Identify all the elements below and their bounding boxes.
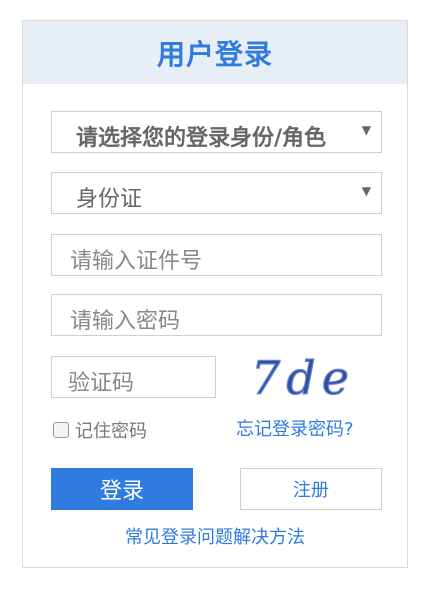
role-select-value: 请选择您的登录身份/角色 — [76, 126, 327, 151]
faq-link[interactable]: 常见登录问题解决方法 — [23, 523, 407, 549]
login-button[interactable]: 登录 — [51, 468, 193, 510]
remember-checkbox[interactable] — [53, 422, 69, 438]
id-number-input[interactable]: 请输入证件号 — [51, 234, 382, 276]
login-header: 用户登录 — [23, 21, 407, 84]
captcha-placeholder: 验证码 — [68, 371, 135, 396]
dropdown-arrow-icon: ▼ — [361, 184, 371, 198]
dropdown-arrow-icon: ▼ — [361, 123, 371, 137]
captcha-text: 7de — [251, 354, 355, 404]
login-card: 用户登录 请选择您的登录身份/角色 ▼ 身份证 ▼ 请输入证件号 请输入密码 验… — [22, 20, 408, 568]
page-title: 用户登录 — [156, 37, 273, 71]
id-type-select[interactable]: 身份证 ▼ — [51, 172, 382, 214]
register-button[interactable]: 注册 — [240, 468, 382, 510]
password-input[interactable]: 请输入密码 — [51, 294, 382, 336]
forgot-password-link[interactable]: 忘记登录密码? — [236, 415, 354, 441]
captcha-image[interactable]: 7de — [245, 354, 371, 404]
id-number-placeholder: 请输入证件号 — [70, 249, 203, 274]
id-type-select-value: 身份证 — [76, 187, 143, 212]
remember-label: 记住密码 — [75, 421, 147, 442]
role-select[interactable]: 请选择您的登录身份/角色 ▼ — [51, 111, 382, 153]
captcha-input[interactable]: 验证码 — [51, 356, 216, 398]
remember-password[interactable]: 记住密码 — [53, 417, 147, 443]
password-placeholder: 请输入密码 — [70, 309, 181, 334]
